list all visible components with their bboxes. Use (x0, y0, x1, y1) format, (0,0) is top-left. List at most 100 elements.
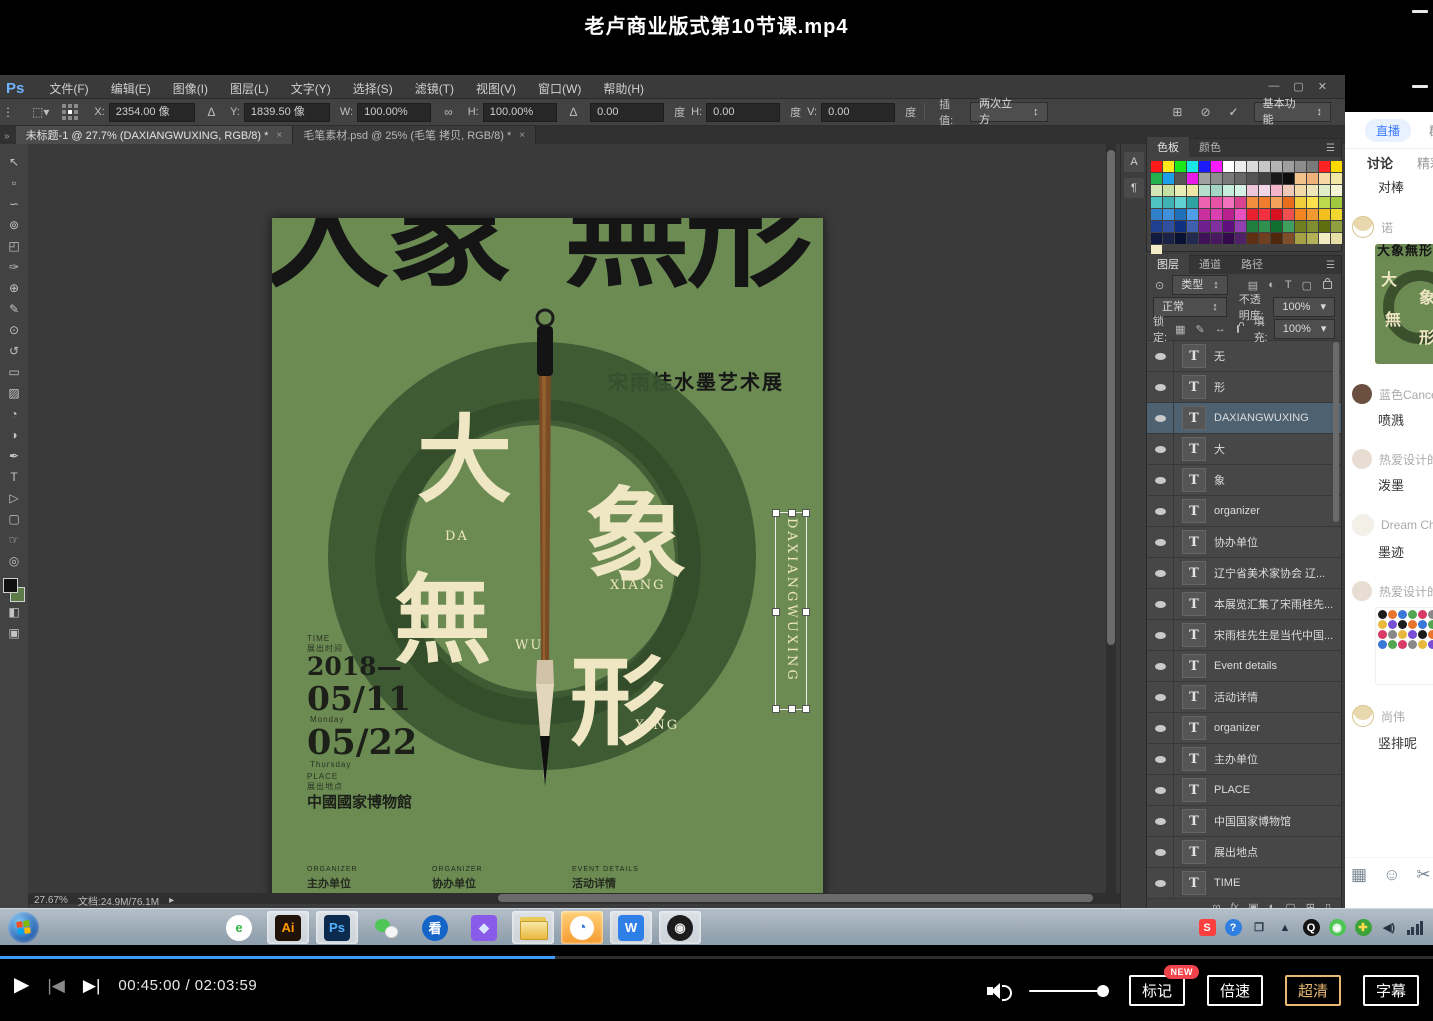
color-swatch[interactable] (1151, 173, 1162, 184)
window-icon-icon[interactable]: ❐ (1251, 919, 1268, 936)
chat-top-tab[interactable]: 群聊 (1429, 122, 1433, 139)
filter-adjustment-icon[interactable]: ◐ (1268, 279, 1275, 291)
color-swatch[interactable] (1283, 173, 1294, 184)
chat-sub-tab[interactable]: 精彩 (1417, 153, 1433, 172)
visibility-toggle[interactable] (1147, 775, 1174, 805)
screen-mode-icon[interactable]: ▣ (8, 623, 19, 644)
swatch-tab[interactable]: 色板 (1147, 137, 1189, 157)
volume-icon[interactable]: ◀) (1381, 919, 1398, 936)
layer-panel-tab[interactable]: 通道 (1189, 254, 1231, 274)
color-swatch[interactable] (1235, 185, 1246, 196)
quality-button[interactable]: 超清 (1285, 975, 1341, 1006)
chat-collapse-icon[interactable] (1412, 85, 1428, 88)
eraser-tool[interactable]: ▭ (8, 362, 19, 383)
menu-item[interactable]: 图像(I) (162, 82, 219, 96)
path-selection-tool[interactable]: ▷ (9, 488, 18, 509)
emoji-icon[interactable]: ☺ (1383, 865, 1400, 885)
color-swatch[interactable] (1235, 161, 1246, 172)
color-swatch[interactable] (1235, 233, 1246, 244)
color-swatch[interactable] (1151, 221, 1162, 232)
color-swatch[interactable] (1307, 161, 1318, 172)
taskbar-wps[interactable]: W (610, 911, 652, 944)
visibility-toggle[interactable] (1147, 620, 1174, 650)
color-swatch[interactable] (1319, 209, 1330, 220)
color-swatch[interactable] (1223, 185, 1234, 196)
color-swatch[interactable] (1259, 173, 1270, 184)
color-swatch[interactable] (1175, 185, 1186, 196)
visibility-toggle[interactable] (1147, 713, 1174, 743)
360-safe-icon[interactable]: ✚ (1355, 919, 1372, 936)
color-swatch[interactable] (1223, 221, 1234, 232)
color-swatch[interactable] (1223, 233, 1234, 244)
color-swatch[interactable] (1235, 221, 1246, 232)
color-swatch[interactable] (1223, 209, 1234, 220)
clone-stamp-tool[interactable]: ⊙ (9, 320, 19, 341)
progress-bar[interactable] (0, 956, 1433, 959)
cancel-transform-icon[interactable]: ⊘ (1200, 105, 1210, 119)
tab-scroll-icon[interactable]: » (4, 131, 10, 142)
interpolation-select[interactable]: 两次立方↕ (970, 102, 1047, 122)
layer-row[interactable]: TPLACE (1147, 775, 1341, 806)
color-swatch[interactable] (1259, 221, 1270, 232)
color-swatch[interactable] (1199, 209, 1210, 220)
color-swatch[interactable] (1319, 197, 1330, 208)
swatch-tab[interactable]: 颜色 (1189, 137, 1231, 157)
vskew-input[interactable]: 0.00 (821, 103, 895, 122)
layer-row[interactable]: T宋雨桂先生是当代中国... (1147, 620, 1341, 651)
color-swatch[interactable] (1247, 233, 1258, 244)
color-swatch[interactable] (1247, 185, 1258, 196)
help-icon[interactable]: ? (1225, 919, 1242, 936)
layer-row[interactable]: T辽宁省美术家协会 辽... (1147, 558, 1341, 589)
color-swatch[interactable] (1295, 221, 1306, 232)
paragraph-panel-icon[interactable]: ¶ (1124, 178, 1144, 198)
color-swatch[interactable] (1151, 233, 1162, 244)
color-swatch[interactable] (1235, 173, 1246, 184)
visibility-toggle[interactable] (1147, 465, 1174, 495)
menu-item[interactable]: 编辑(E) (100, 82, 162, 96)
color-swatch[interactable] (1319, 233, 1330, 244)
color-swatch[interactable] (1175, 161, 1186, 172)
color-swatch[interactable] (1187, 197, 1198, 208)
close-tab-icon[interactable]: × (519, 130, 525, 141)
color-swatch[interactable] (1283, 209, 1294, 220)
history-brush-tool[interactable]: ↺ (9, 341, 19, 362)
play-button[interactable]: ▶ (14, 975, 29, 995)
visibility-toggle[interactable] (1147, 744, 1174, 774)
status-arrow-icon[interactable]: ▸ (169, 895, 174, 906)
tool-preset-icon[interactable]: ⬚▾ (32, 105, 49, 119)
color-swatch[interactable] (1187, 185, 1198, 196)
color-swatch[interactable] (1331, 185, 1342, 196)
taskbar-image-viewer[interactable]: 看 (414, 911, 456, 944)
wechat-tray-icon[interactable]: ◉ (1329, 919, 1346, 936)
sogou-input-icon[interactable]: S (1199, 919, 1216, 936)
opacity-value[interactable]: 100%▾ (1273, 297, 1335, 317)
color-swatch[interactable] (1211, 185, 1222, 196)
lock-position-icon[interactable]: ↔ (1215, 323, 1226, 335)
color-swatch[interactable] (1199, 173, 1210, 184)
color-swatch[interactable] (1271, 161, 1282, 172)
color-swatch[interactable] (1199, 185, 1210, 196)
layer-row[interactable]: TDAXIANGWUXING (1147, 403, 1341, 434)
color-swatch[interactable] (1331, 161, 1342, 172)
color-swatch[interactable] (1163, 197, 1174, 208)
visibility-toggle[interactable] (1147, 651, 1174, 681)
visibility-toggle[interactable] (1147, 527, 1174, 557)
hand-tool[interactable]: ☞ (9, 530, 20, 551)
chat-image-logos[interactable] (1375, 607, 1433, 685)
color-swatch[interactable] (1295, 161, 1306, 172)
layer-row[interactable]: T主办单位 (1147, 744, 1341, 775)
quick-mask-icon[interactable]: ◧ (8, 602, 19, 623)
x-input[interactable]: 2354.00 像 (109, 103, 195, 122)
visibility-toggle[interactable] (1147, 806, 1174, 836)
color-swatch[interactable] (1283, 161, 1294, 172)
transform-selection[interactable] (775, 512, 807, 710)
prev-button[interactable]: |◀ (47, 977, 65, 994)
filter-pixel-icon[interactable]: ▤ (1248, 279, 1258, 292)
w-input[interactable]: 100.00% (357, 103, 431, 122)
color-swatch[interactable] (1235, 209, 1246, 220)
dodge-tool[interactable]: ◑ (10, 425, 17, 446)
panel-menu-icon[interactable]: ☰ (1326, 260, 1335, 271)
color-swatch[interactable] (1283, 221, 1294, 232)
qq-icon[interactable]: Q (1303, 919, 1320, 936)
type-tool[interactable]: T (10, 467, 17, 488)
